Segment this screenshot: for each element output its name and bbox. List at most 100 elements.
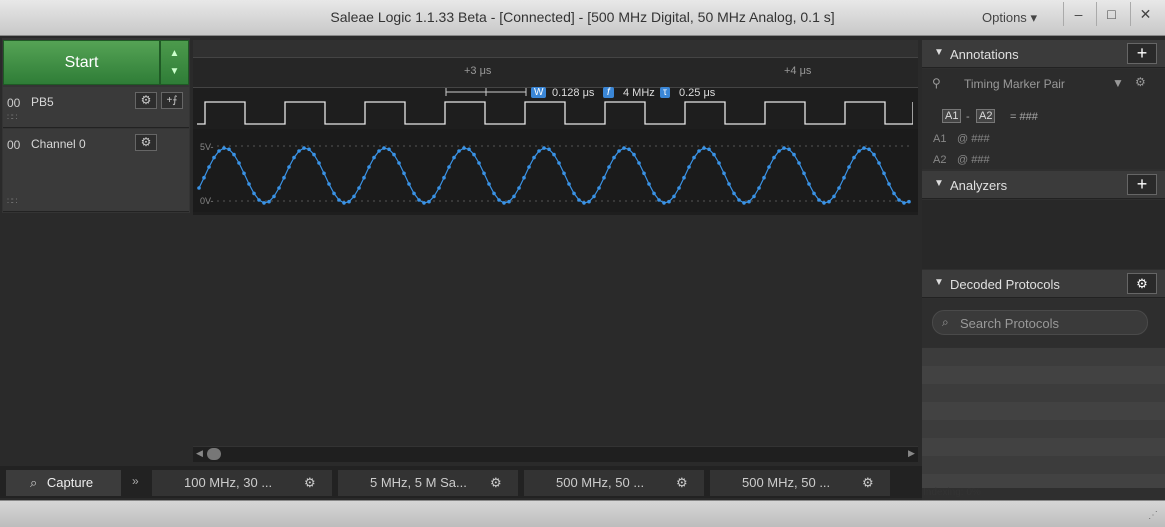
timeline-overview[interactable] — [193, 40, 918, 58]
analog-sample-point — [662, 201, 666, 205]
analog-sample-point — [317, 161, 321, 165]
analog-sample-point — [687, 165, 691, 169]
status-bar — [0, 500, 1165, 527]
options-menu[interactable]: Options ▾ — [982, 10, 1037, 26]
gear-icon[interactable]: ⚙ — [862, 470, 874, 496]
session-tab-label: 500 MHz, 50 ... — [742, 475, 831, 490]
arrow-up-icon: ▲ — [169, 48, 180, 59]
analog-sample-point — [752, 194, 756, 199]
analog-sample-point — [212, 155, 216, 160]
session-tab[interactable]: 100 MHz, 30 ... ⚙ — [152, 470, 332, 496]
analog-sample-point — [237, 161, 241, 165]
analog-sample-point — [302, 146, 306, 150]
search-icon: ⌕ — [942, 315, 949, 329]
analog-sample-point — [712, 152, 716, 157]
analyzers-header[interactable]: ▼ Analyzers + — [922, 171, 1165, 199]
analog-sample-point — [477, 161, 481, 165]
collapse-arrow-icon[interactable]: ▼ — [934, 178, 944, 189]
width-badge-icon: W — [531, 87, 547, 98]
session-tab[interactable]: 500 MHz, 50 ... ⚙ — [710, 470, 890, 496]
channel-row-pb5[interactable]: 00 PB5 ∷∷ ⚙ +⨍ — [3, 87, 189, 128]
gear-icon[interactable]: ⚙ — [304, 470, 316, 496]
timing-marker-label[interactable]: Timing Marker Pair — [964, 77, 1065, 91]
session-tab[interactable]: 500 MHz, 50 ... ⚙ — [524, 470, 704, 496]
chevron-down-icon[interactable]: ▼ — [1112, 76, 1124, 90]
analog-sample-point — [422, 201, 426, 205]
analog-sample-point — [207, 165, 211, 169]
annotations-title: Annotations — [950, 47, 1019, 62]
add-annotation-button[interactable]: + — [1127, 43, 1157, 64]
analog-sample-point — [417, 198, 421, 202]
gear-icon[interactable]: ⚙ — [490, 470, 502, 496]
analog-sample-point — [677, 186, 681, 190]
digital-waveform[interactable] — [197, 98, 913, 128]
drag-handle-icon[interactable]: ∷∷ — [7, 112, 18, 123]
gear-icon[interactable]: ⚙ — [1135, 75, 1146, 89]
maximize-button[interactable]: □ — [1096, 2, 1126, 26]
analog-sample-point — [607, 165, 611, 169]
analog-sample-point — [377, 149, 381, 153]
channel-name[interactable]: PB5 — [31, 95, 54, 109]
search-protocols-input[interactable]: ⌕ Search Protocols — [932, 310, 1148, 335]
gear-icon[interactable]: ⚙ — [135, 134, 157, 151]
scroll-left-icon[interactable]: ◀ — [196, 448, 203, 459]
close-button[interactable]: ✕ — [1130, 2, 1160, 26]
gear-icon[interactable]: ⚙ — [135, 92, 157, 109]
expand-tabs-icon[interactable]: » — [132, 474, 139, 488]
analog-sample-point — [297, 149, 301, 153]
analog-sample-point — [227, 147, 231, 152]
session-tab[interactable]: 5 MHz, 5 M Sa... ⚙ — [338, 470, 518, 496]
channel-number: 00 — [7, 138, 21, 152]
marker-a1-chip[interactable]: A1 — [942, 109, 962, 123]
analog-sample-point — [667, 199, 671, 204]
collapse-arrow-icon[interactable]: ▼ — [934, 47, 944, 58]
drag-handle-icon[interactable]: ∷∷ — [7, 196, 18, 207]
analog-sample-point — [777, 149, 781, 153]
add-analyzer-button[interactable]: + — [1127, 174, 1157, 195]
analog-sample-point — [282, 175, 286, 180]
horizontal-scrollbar[interactable] — [193, 446, 918, 462]
analog-sample-point — [267, 199, 271, 204]
analog-sample-point — [657, 198, 661, 202]
channel-name[interactable]: Channel 0 — [31, 137, 86, 151]
analog-sample-point — [337, 198, 341, 202]
scroll-thumb[interactable] — [207, 448, 221, 460]
minus-icon: - — [966, 111, 970, 123]
marker-a1-value: @ ### — [957, 133, 990, 145]
analog-sample-point — [222, 146, 226, 150]
analog-sample-point — [692, 155, 696, 160]
analog-sample-point — [567, 182, 571, 186]
annotations-header[interactable]: ▼ Annotations + — [922, 40, 1165, 68]
decoded-protocols-list[interactable] — [922, 348, 1165, 488]
analog-sample-point — [612, 155, 616, 160]
analog-sample-point — [412, 191, 416, 196]
collapse-arrow-icon[interactable]: ▼ — [934, 277, 944, 288]
frequency-badge-icon: f — [603, 87, 614, 98]
session-tab-label: 100 MHz, 30 ... — [184, 475, 273, 490]
add-trigger-icon[interactable]: +⨍ — [161, 92, 183, 109]
analog-sample-point — [362, 175, 366, 180]
analog-sample-point — [767, 165, 771, 169]
capture-tab[interactable]: ⌕ Capture — [6, 470, 121, 496]
capture-options-button[interactable]: ▲ ▼ — [160, 40, 189, 85]
scroll-right-icon[interactable]: ▶ — [908, 448, 915, 459]
start-button[interactable]: Start — [3, 40, 160, 85]
analog-sample-point — [432, 194, 436, 199]
gear-icon[interactable]: ⚙ — [676, 470, 688, 496]
resize-grip-icon[interactable]: ⋰ — [1148, 510, 1158, 521]
indexing-status: Indexing: 0% — [923, 487, 981, 498]
analog-waveform[interactable] — [197, 130, 913, 212]
analog-sample-point — [532, 155, 536, 160]
channel-row-channel0[interactable]: 00 Channel 0 ∷∷ ⚙ — [3, 129, 189, 212]
marker-a2-chip[interactable]: A2 — [976, 109, 996, 123]
analog-sample-point — [322, 171, 326, 176]
analyzers-body — [922, 200, 1165, 269]
analog-sample-point — [812, 191, 816, 196]
analog-sample-point — [427, 199, 431, 204]
analog-sample-point — [832, 194, 836, 199]
gear-icon[interactable]: ⚙ — [1127, 273, 1157, 294]
decoded-protocols-header[interactable]: ▼ Decoded Protocols ⚙ — [922, 270, 1165, 298]
analog-sample-point — [527, 165, 531, 169]
minimize-button[interactable]: – — [1063, 2, 1093, 26]
analog-sample-point — [842, 175, 846, 180]
